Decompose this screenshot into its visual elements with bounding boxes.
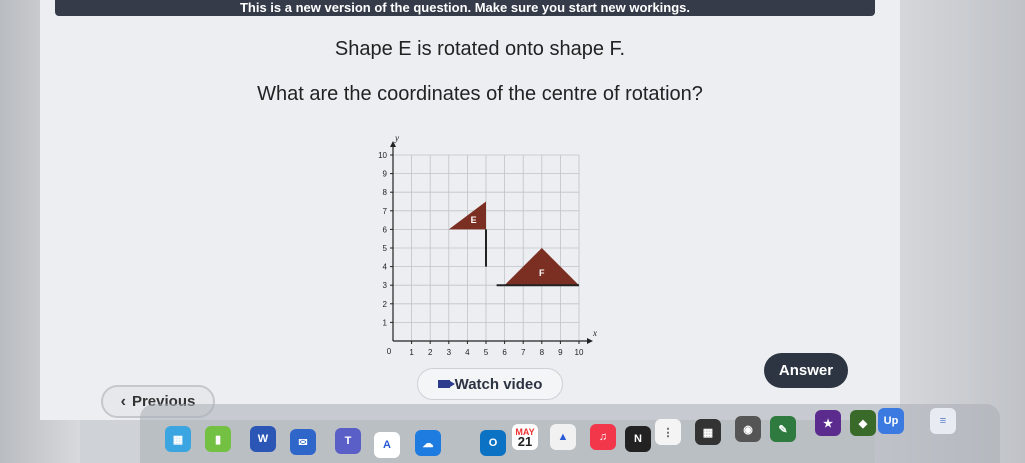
- reminders-icon[interactable]: ⋮: [655, 419, 681, 445]
- question-line-2: What are the coordinates of the centre o…: [257, 83, 703, 105]
- game-2-icon[interactable]: ◆: [850, 410, 876, 436]
- chevron-left-icon: ‹: [120, 392, 126, 410]
- y-tick-label: 7: [383, 207, 388, 216]
- x-tick-label: 9: [558, 348, 563, 357]
- y-axis-label: y: [394, 135, 399, 143]
- music-icon[interactable]: ♫: [590, 424, 616, 450]
- preview-icon[interactable]: ≡: [930, 408, 956, 434]
- watch-video-button[interactable]: Watch video: [417, 368, 563, 400]
- x-tick-label: 5: [484, 348, 489, 357]
- notes-icon[interactable]: ▲: [550, 424, 576, 450]
- x-tick-label: 7: [521, 348, 526, 357]
- video-camera-icon: [437, 380, 455, 388]
- game-icon[interactable]: ★: [815, 410, 841, 436]
- y-tick-label: 9: [383, 170, 388, 179]
- y-tick-label: 8: [383, 188, 388, 197]
- y-tick-label: 1: [383, 318, 388, 327]
- shape-e-label: E: [471, 215, 477, 225]
- x-tick-label: 2: [428, 348, 433, 357]
- teams-icon[interactable]: T: [335, 428, 361, 454]
- dock: ▦ ▮ W ✉ T A ☁ O MAY 21 ▲ ♫ N ⋮ ▦ ◉ ✎ ★ ◆…: [140, 404, 1000, 463]
- y-tick-label: 6: [383, 225, 388, 234]
- outlook-icon[interactable]: O: [480, 430, 506, 456]
- launchpad-icon[interactable]: ▦: [165, 426, 191, 452]
- y-tick-label: 4: [383, 263, 388, 272]
- calendar-icon[interactable]: MAY 21: [512, 424, 538, 450]
- grid-svg: 1 2 3 4 5 6 7 8 9 10 1 2 3 4 5 6 7 8 9 10 0 x y E F: [378, 133, 597, 357]
- up-app-icon[interactable]: Up: [878, 408, 904, 434]
- x-tick-label: 6: [502, 348, 507, 357]
- x-tick-label: 8: [540, 348, 545, 357]
- y-tick-label: 2: [383, 300, 388, 309]
- x-axis-arrow: [587, 338, 593, 344]
- chrome-icon[interactable]: ◉: [735, 416, 761, 442]
- y-tick-label: 3: [383, 281, 388, 290]
- x-tick-label: 3: [447, 348, 452, 357]
- calculator-icon[interactable]: ▦: [695, 419, 721, 445]
- pencil-icon[interactable]: ✎: [770, 416, 796, 442]
- x-tick-label: 4: [465, 348, 470, 357]
- answer-button[interactable]: Answer: [764, 353, 848, 388]
- origin-label: 0: [387, 347, 392, 356]
- font-icon[interactable]: A: [374, 432, 400, 458]
- new-version-banner: This is a new version of the question. M…: [55, 0, 875, 16]
- notion-icon[interactable]: N: [625, 426, 651, 452]
- x-tick-label: 1: [409, 348, 414, 357]
- coordinate-grid: 1 2 3 4 5 6 7 8 9 10 1 2 3 4 5 6 7 8 9 10 0 x y E F: [355, 133, 605, 370]
- answer-label: Answer: [778, 362, 834, 379]
- shape-f-label: F: [539, 268, 545, 278]
- mail-icon[interactable]: ✉: [290, 429, 316, 455]
- x-tick-label: 10: [575, 348, 584, 357]
- cloud-icon[interactable]: ☁: [415, 430, 441, 456]
- y-tick-label: 10: [378, 151, 387, 160]
- stocks-icon[interactable]: ▮: [205, 426, 231, 452]
- word-icon[interactable]: W: [250, 426, 276, 452]
- watch-video-label: Watch video: [454, 375, 543, 393]
- y-tick-label: 5: [383, 244, 388, 253]
- calendar-day: 21: [517, 434, 533, 449]
- x-axis-label: x: [592, 328, 597, 338]
- question-line-1: Shape E is rotated onto shape F.: [334, 38, 626, 60]
